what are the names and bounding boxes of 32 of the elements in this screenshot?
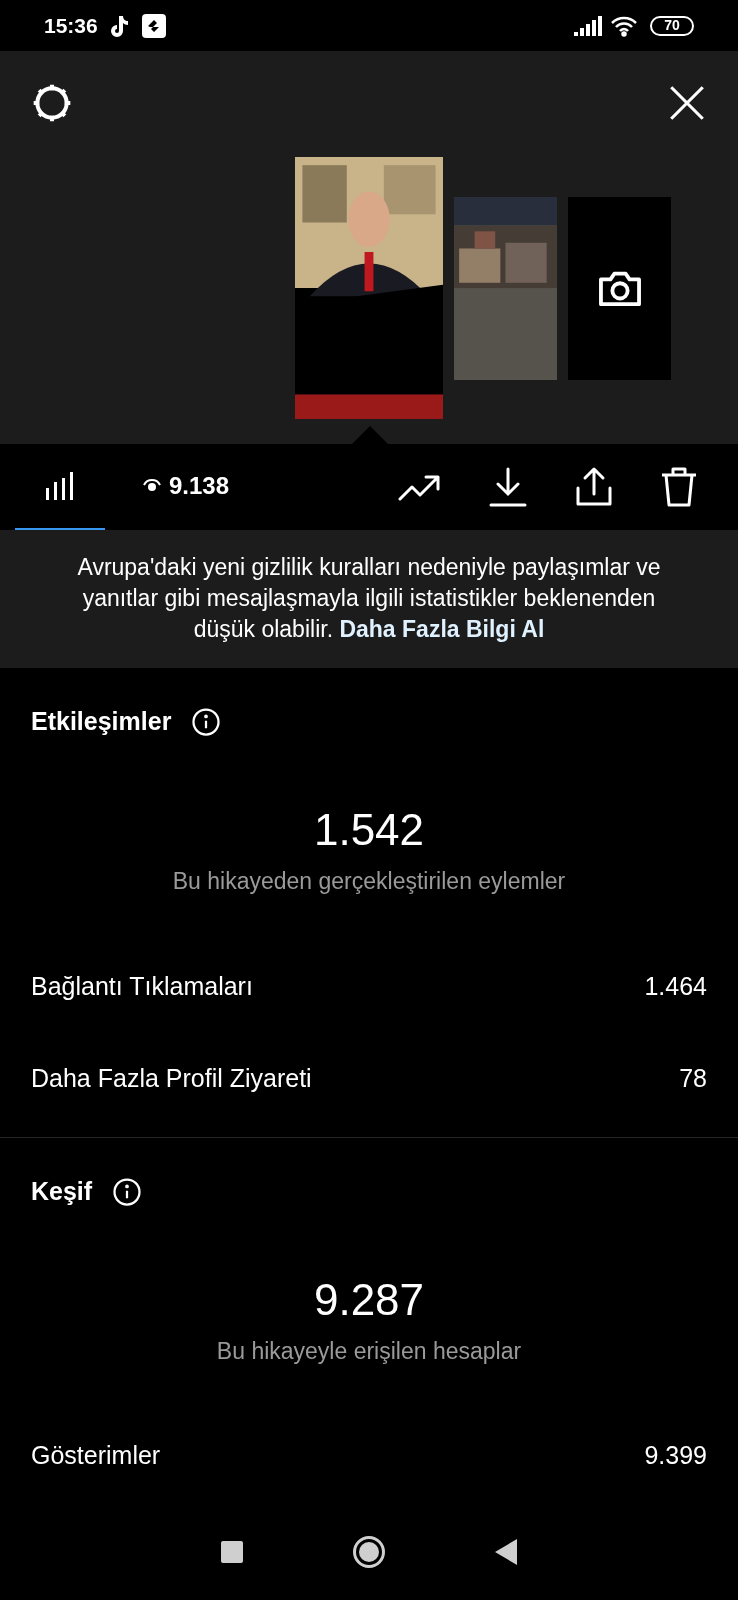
- recents-button[interactable]: [221, 1541, 243, 1564]
- wifi-icon: [610, 14, 638, 37]
- camera-tile[interactable]: [568, 196, 671, 380]
- music-note-icon: [109, 14, 130, 37]
- total-caption: Bu hikayeden gerçekleştirilen eylemler: [172, 867, 566, 897]
- app-icon: [141, 13, 166, 38]
- total-value: 9.287: [313, 1273, 425, 1326]
- learn-more-link[interactable]: Daha Fazla Bilgi Al: [339, 616, 545, 643]
- eye-icon: [143, 478, 161, 493]
- back-icon[interactable]: [495, 1539, 517, 1566]
- section-title: Keşif: [31, 1175, 93, 1207]
- privacy-notice: Avrupa'daki yeni gizlilik kuralları nedeniyle paylaşımlar ve yanıtlar gibi mesajlaşmayla ilgili istatistikler beklenenden düşük olabilir. Daha Fazla Bilgi Al: [76, 553, 662, 645]
- home-button[interactable]: [353, 1536, 385, 1569]
- delete-icon[interactable]: [660, 465, 698, 508]
- info-icon[interactable]: [112, 1176, 143, 1207]
- clock: 15:36: [44, 12, 98, 39]
- info-icon[interactable]: [191, 707, 222, 738]
- metric-value: 9.399: [644, 1440, 707, 1472]
- bar-chart-icon: [44, 469, 76, 502]
- signal-icon: [574, 15, 602, 36]
- views-tab[interactable]: 9.138: [143, 444, 230, 530]
- share-icon[interactable]: [574, 465, 614, 508]
- metric-label: Gösterimler: [31, 1440, 161, 1472]
- download-icon[interactable]: [488, 465, 528, 508]
- metric-value: 78: [679, 1062, 707, 1094]
- section-title: Etkileşimler: [31, 706, 172, 738]
- battery-indicator: 70: [650, 15, 694, 36]
- metric-label: Daha Fazla Profil Ziyareti: [31, 1062, 312, 1094]
- total-caption: Bu hikayeyle erişilen hesaplar: [216, 1336, 522, 1366]
- metric-value: 1.464: [644, 970, 707, 1002]
- total-value: 1.542: [313, 804, 425, 857]
- metric-label: Bağlantı Tıklamaları: [31, 970, 253, 1002]
